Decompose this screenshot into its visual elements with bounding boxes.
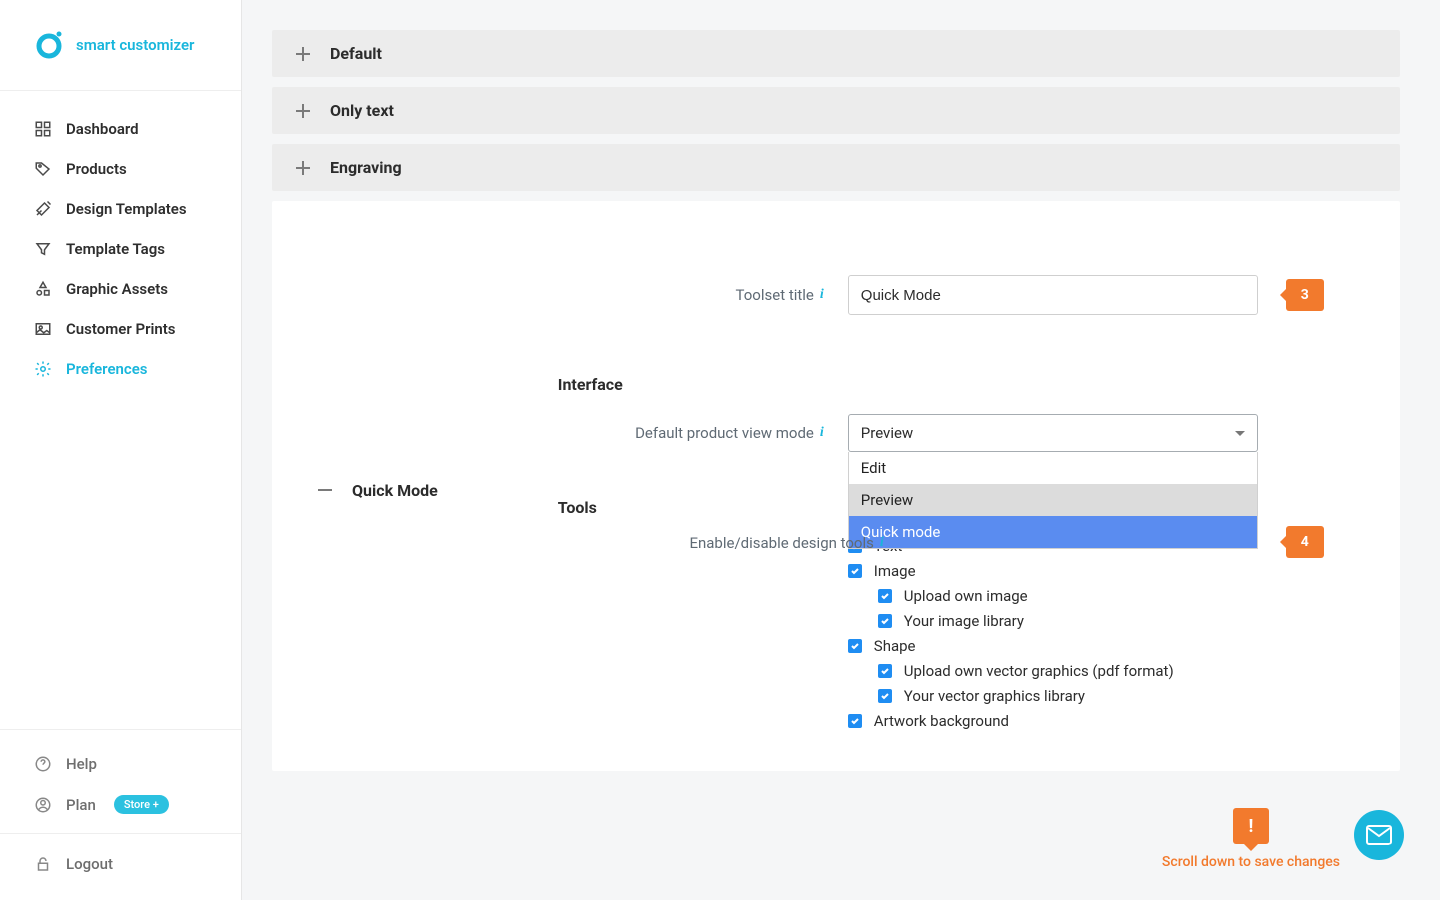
- checkbox-icon: [848, 639, 862, 653]
- toolset-title-label: Toolset title i: [538, 286, 848, 304]
- dropdown-option-quick-mode[interactable]: Quick mode: [849, 516, 1257, 548]
- user-icon: [34, 796, 52, 814]
- plus-icon: [294, 102, 312, 120]
- accordion-title: Engraving: [330, 158, 402, 177]
- info-icon[interactable]: i: [820, 426, 824, 440]
- help-label: Help: [66, 755, 97, 773]
- sidebar-item-label: Products: [66, 160, 127, 178]
- image-icon: [34, 320, 52, 338]
- sidebar-item-design-templates[interactable]: Design Templates: [0, 189, 241, 229]
- accordion-title: Only text: [330, 101, 394, 120]
- brand-logo-icon: [34, 30, 64, 60]
- accordion-title: Default: [330, 44, 382, 63]
- caret-down-icon: [1235, 431, 1245, 436]
- sidebar-logout[interactable]: Logout: [0, 844, 241, 884]
- sidebar-item-label: Design Templates: [66, 200, 187, 218]
- checkbox-icon: [848, 564, 862, 578]
- tools-icon: [34, 200, 52, 218]
- logout-label: Logout: [66, 855, 113, 873]
- save-toast: ! Scroll down to save changes: [1162, 808, 1340, 870]
- enable-tools-label: Enable/disable design tools i: [598, 534, 908, 552]
- checkbox-icon: [878, 689, 892, 703]
- checkbox-icon: [878, 589, 892, 603]
- brand[interactable]: smart customizer: [0, 0, 241, 91]
- plus-icon: [294, 45, 312, 63]
- sidebar-item-customer-prints[interactable]: Customer Prints: [0, 309, 241, 349]
- sidebar-item-preferences[interactable]: Preferences: [0, 349, 241, 389]
- tag-icon: [34, 160, 52, 178]
- plan-badge: Store +: [114, 795, 169, 814]
- sidebar-item-label: Preferences: [66, 360, 148, 378]
- view-mode-label: Default product view mode i: [538, 424, 848, 442]
- sidebar-item-graphic-assets[interactable]: Graphic Assets: [0, 269, 241, 309]
- mail-icon: [1366, 825, 1392, 845]
- info-icon[interactable]: i: [820, 288, 824, 302]
- plus-icon: [294, 159, 312, 177]
- gear-icon: [34, 360, 52, 378]
- check-your-image-library[interactable]: Your image library: [878, 612, 1258, 630]
- check-upload-own-image[interactable]: Upload own image: [878, 587, 1258, 605]
- help-icon: [34, 755, 52, 773]
- toolset-title-input[interactable]: [848, 275, 1258, 315]
- accordion-default[interactable]: Default: [272, 30, 1400, 77]
- sidebar: smart customizer Dashboard Products Desi…: [0, 0, 242, 900]
- check-shape[interactable]: Shape: [848, 637, 1258, 655]
- sidebar-item-products[interactable]: Products: [0, 149, 241, 189]
- sidebar-item-label: Dashboard: [66, 120, 139, 138]
- brand-name: smart customizer: [76, 36, 194, 54]
- alert-icon: !: [1233, 808, 1269, 844]
- select-value: Preview: [861, 424, 913, 442]
- check-your-vector-library[interactable]: Your vector graphics library: [878, 687, 1258, 705]
- view-mode-select[interactable]: Preview Edit Preview Quick mode: [848, 414, 1258, 452]
- checkbox-icon: [878, 614, 892, 628]
- sidebar-item-label: Customer Prints: [66, 320, 176, 338]
- check-image[interactable]: Image: [848, 562, 1258, 580]
- callout-3: 3: [1286, 279, 1324, 311]
- callout-4: 4: [1286, 526, 1324, 558]
- accordion-quick-mode: Quick Mode Toolset title i 3 Interface: [272, 201, 1400, 771]
- interface-heading: Interface: [558, 375, 1258, 394]
- sidebar-footer: Help Plan Store + Logout: [0, 729, 241, 900]
- accordion-only-text[interactable]: Only text: [272, 87, 1400, 134]
- sidebar-help[interactable]: Help: [0, 744, 241, 784]
- sidebar-item-label: Template Tags: [66, 240, 165, 258]
- toast-text: Scroll down to save changes: [1162, 854, 1340, 870]
- dropdown-option-edit[interactable]: Edit: [849, 452, 1257, 484]
- checkbox-icon: [878, 664, 892, 678]
- main-content: Default Only text Engraving Quick Mode T…: [242, 0, 1440, 900]
- check-artwork-background[interactable]: Artwork background: [848, 712, 1258, 730]
- dropdown-option-preview[interactable]: Preview: [849, 484, 1257, 516]
- sidebar-item-dashboard[interactable]: Dashboard: [0, 109, 241, 149]
- check-upload-own-vector[interactable]: Upload own vector graphics (pdf format): [878, 662, 1258, 680]
- accordion-engraving[interactable]: Engraving: [272, 144, 1400, 191]
- chat-button[interactable]: [1354, 810, 1404, 860]
- sidebar-plan[interactable]: Plan Store +: [0, 784, 241, 825]
- view-mode-dropdown: Edit Preview Quick mode: [848, 452, 1258, 549]
- sidebar-item-template-tags[interactable]: Template Tags: [0, 229, 241, 269]
- sidebar-item-label: Graphic Assets: [66, 280, 168, 298]
- minus-icon: [316, 481, 334, 499]
- checkbox-icon: [848, 714, 862, 728]
- accordion-header[interactable]: Quick Mode: [294, 467, 460, 506]
- plan-label: Plan: [66, 796, 96, 814]
- shapes-icon: [34, 280, 52, 298]
- nav: Dashboard Products Design Templates Temp…: [0, 91, 241, 729]
- filter-icon: [34, 240, 52, 258]
- info-icon[interactable]: i: [880, 536, 884, 550]
- accordion-body: Toolset title i 3 Interface Default prod…: [478, 215, 1318, 757]
- dashboard-icon: [34, 120, 52, 138]
- accordion-title: Quick Mode: [352, 481, 438, 500]
- lock-icon: [34, 855, 52, 873]
